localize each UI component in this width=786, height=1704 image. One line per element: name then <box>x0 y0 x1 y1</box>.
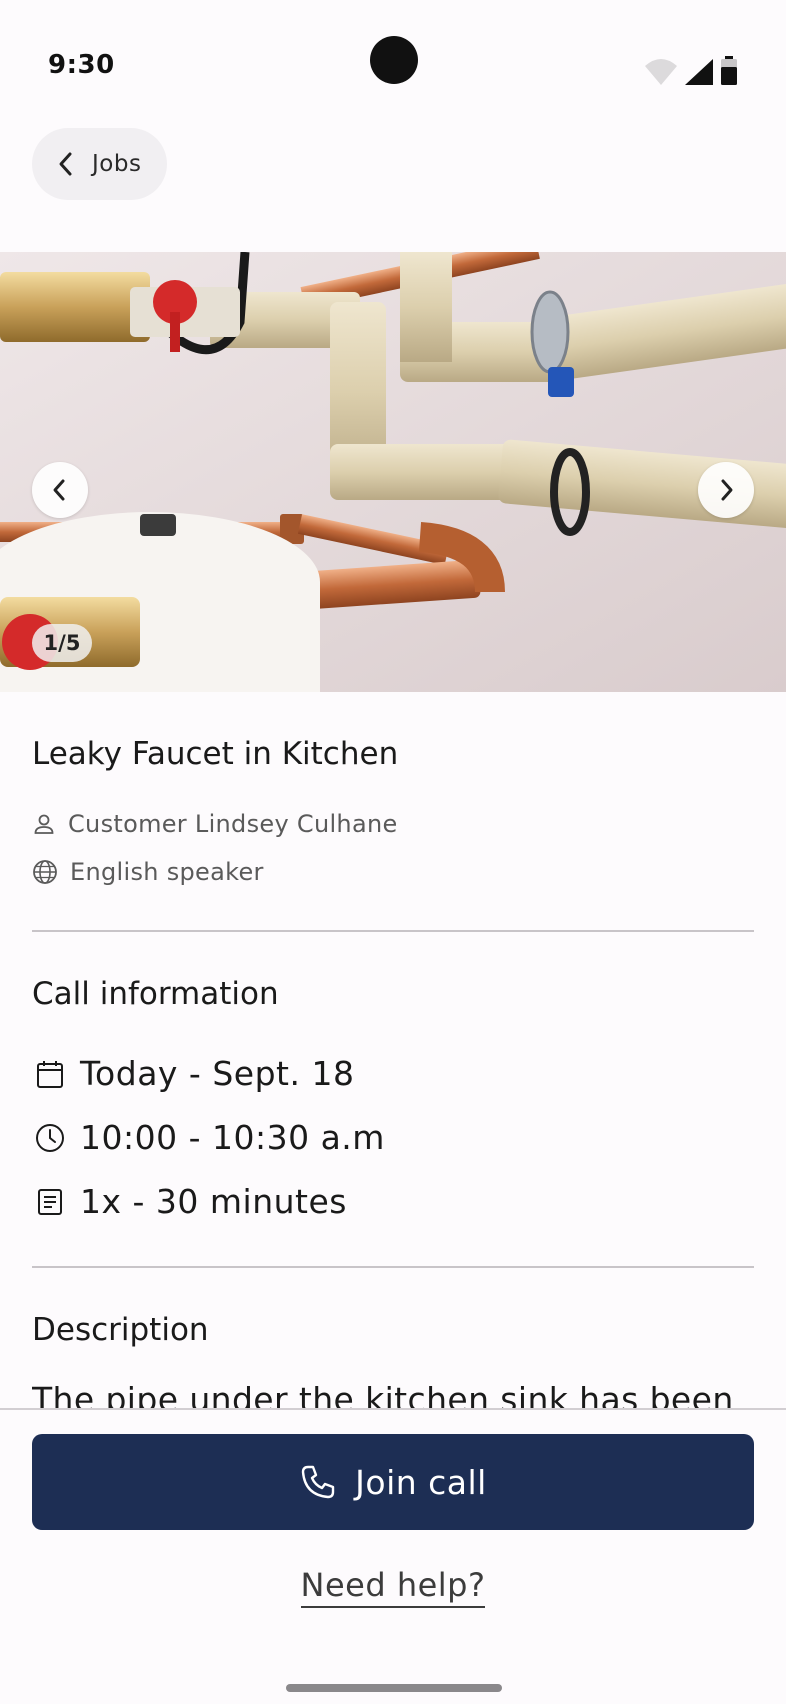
carousel-next-button[interactable] <box>698 462 754 518</box>
chevron-right-icon <box>721 479 733 501</box>
language-row: English speaker <box>32 858 264 886</box>
call-duration: 1x - 30 minutes <box>80 1182 347 1221</box>
call-duration-row: 1x - 30 minutes <box>34 1182 347 1221</box>
camera-cutout <box>370 36 418 84</box>
divider <box>32 1266 754 1268</box>
status-time: 9:30 <box>48 50 115 80</box>
need-help-link[interactable]: Need help? <box>0 1566 786 1608</box>
call-time: 10:00 - 10:30 a.m <box>80 1118 385 1157</box>
customer-name: Customer Lindsey Culhane <box>68 810 398 838</box>
person-icon <box>34 814 54 834</box>
document-icon <box>38 1188 62 1215</box>
chevron-left-icon <box>53 479 65 501</box>
globe-icon <box>33 860 57 884</box>
back-button[interactable]: Jobs <box>32 128 168 200</box>
carousel-image <box>0 252 786 692</box>
divider <box>32 930 754 932</box>
description-title: Description <box>32 1312 209 1348</box>
customer-row: Customer Lindsey Culhane <box>32 810 398 838</box>
chevron-left-icon <box>59 152 72 176</box>
description-text: The pipe under the kitchen sink has been <box>32 1380 734 1408</box>
call-date: Today - Sept. 18 <box>80 1054 355 1093</box>
image-carousel[interactable]: 1/5 <box>0 252 786 692</box>
status-bar: 9:30 <box>0 0 786 120</box>
language-label: English speaker <box>70 858 264 886</box>
calendar-icon <box>37 1060 63 1088</box>
job-title: Leaky Faucet in Kitchen <box>32 736 399 772</box>
phone-icon <box>301 1465 335 1499</box>
wifi-icon <box>645 59 677 85</box>
call-time-row: 10:00 - 10:30 a.m <box>34 1118 385 1157</box>
join-call-label: Join call <box>355 1462 487 1502</box>
call-date-row: Today - Sept. 18 <box>34 1054 354 1093</box>
signal-icon <box>685 59 713 85</box>
status-icons <box>644 56 738 86</box>
bottom-action-panel: Join call Need help? <box>0 1408 786 1704</box>
battery-icon <box>721 56 737 85</box>
image-counter: 1/5 <box>32 624 92 662</box>
carousel-prev-button[interactable] <box>32 462 88 518</box>
call-info-title: Call information <box>32 976 279 1012</box>
clock-icon <box>36 1123 64 1152</box>
back-label: Jobs <box>92 151 142 177</box>
join-call-button[interactable]: Join call <box>32 1434 754 1530</box>
home-indicator[interactable] <box>286 1684 502 1692</box>
need-help-label: Need help? <box>300 1566 486 1608</box>
